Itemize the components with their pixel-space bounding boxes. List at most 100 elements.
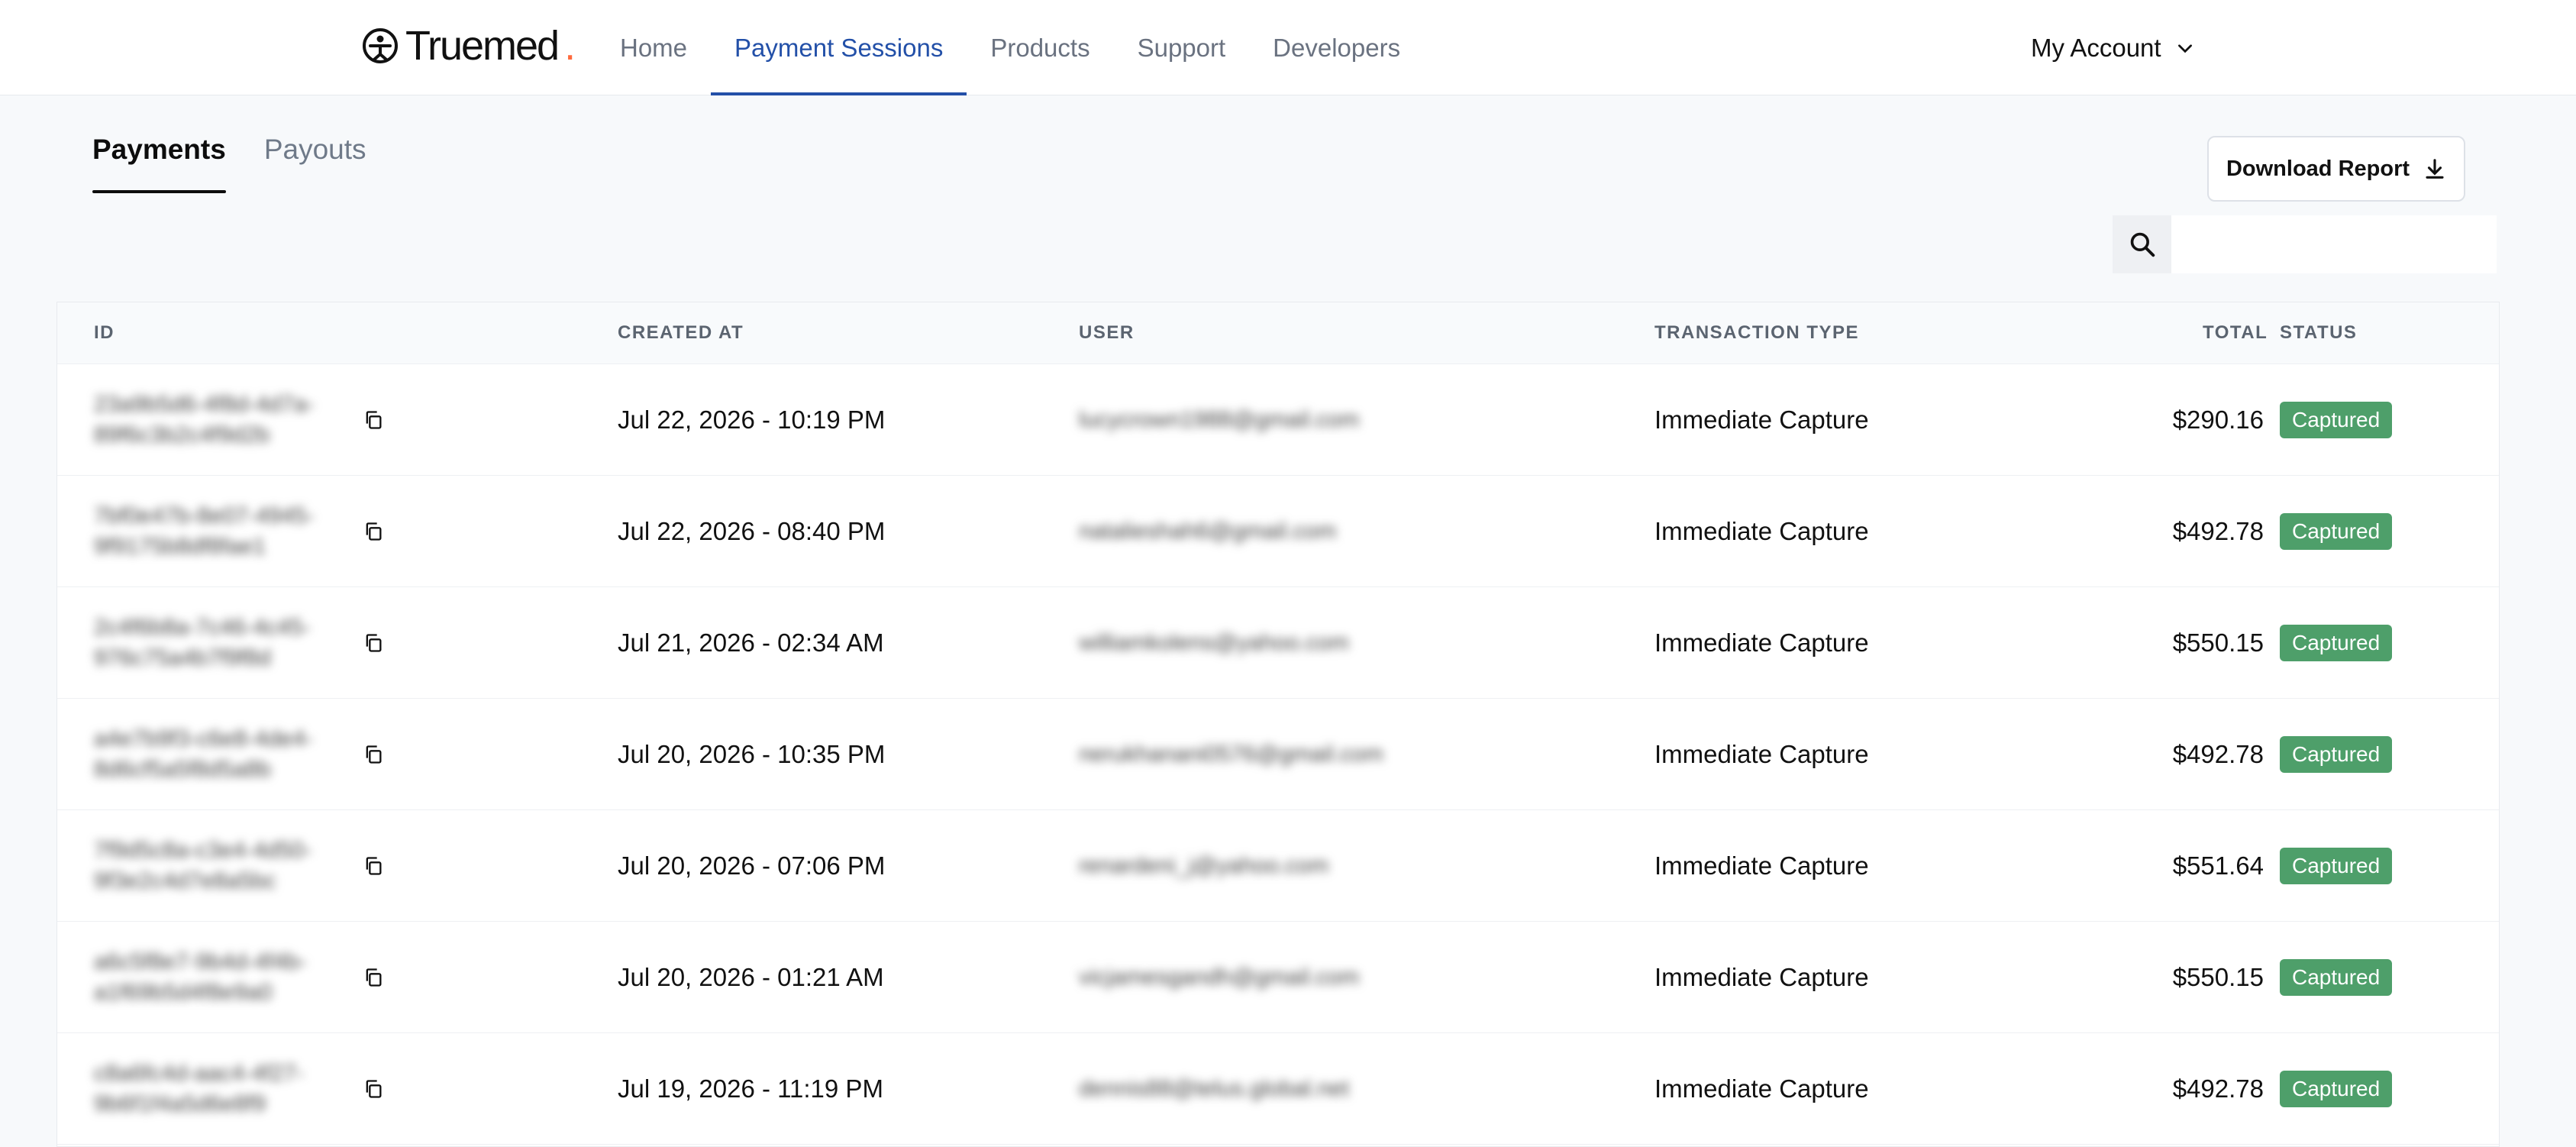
table-header: ID CREATED AT USER TRANSACTION TYPE TOTA… <box>57 302 2499 364</box>
tab-payouts[interactable]: Payouts <box>264 134 366 193</box>
created-at: Jul 20, 2026 - 01:21 AM <box>618 963 884 991</box>
copy-id-button[interactable] <box>363 922 393 1033</box>
transaction-id: 2c4f6b8a-7c46-4c45-976c75a4b7f9f8d <box>94 615 311 670</box>
status-cell: Captured <box>2280 810 2393 922</box>
transaction-type: Immediate Capture <box>1654 517 1869 545</box>
column-header-total[interactable]: TOTAL <box>2203 322 2268 344</box>
table-row[interactable]: c8a6fc4d-aac4-4f27-9b6f1f4a5d6e8f9 Jul 1… <box>57 1033 2499 1145</box>
my-account-label: My Account <box>2031 34 2161 62</box>
total-amount: $550.15 <box>2172 963 2264 991</box>
transaction-id: 7bf0e47b-8e07-4945-9f9175b8df8fae1 <box>94 503 315 559</box>
transaction-type: Immediate Capture <box>1654 851 1869 880</box>
status-badge: Captured <box>2280 513 2393 550</box>
copy-id-button[interactable] <box>363 364 393 476</box>
copy-id-button[interactable] <box>363 476 393 587</box>
table-body: 23a9b5d6-4f8d-4d7a-89f6c3b2c4f9d2b Jul 2… <box>57 364 2499 1145</box>
transaction-id: c8a6fc4d-aac4-4f27-9b6f1f4a5d6e8f9 <box>94 1061 305 1116</box>
copy-icon <box>366 857 382 875</box>
transaction-id: 23a9b5d6-4f8d-4d7a-89f6c3b2c4f9d2b <box>94 392 315 447</box>
transaction-type: Immediate Capture <box>1654 405 1869 434</box>
status-cell: Captured <box>2280 1033 2393 1145</box>
status-cell: Captured <box>2280 476 2393 587</box>
copy-id-button[interactable] <box>363 699 393 810</box>
user-email: renardeni_j@yahoo.com <box>1079 853 1329 878</box>
created-at: Jul 20, 2026 - 07:06 PM <box>618 851 886 880</box>
created-at: Jul 20, 2026 - 10:35 PM <box>618 740 886 768</box>
search-input[interactable] <box>2171 215 2497 273</box>
payments-tabs: Payments Payouts <box>92 134 366 193</box>
column-header-created-at[interactable]: CREATED AT <box>618 322 744 344</box>
user-email: vicjamesgandh@gmail.com <box>1079 964 1360 990</box>
user-email: lucycrown1988@gmail.com <box>1079 407 1360 432</box>
total-amount: $492.78 <box>2172 517 2264 545</box>
chevron-down-icon <box>2177 44 2192 53</box>
status-badge: Captured <box>2280 736 2393 773</box>
transaction-type: Immediate Capture <box>1654 628 1869 657</box>
transaction-id: a6c5f8e7-9b4d-4f4b-a1f69b5d4f8e9a0 <box>94 949 307 1005</box>
nav-payment-sessions[interactable]: Payment Sessions <box>711 0 967 95</box>
column-header-status[interactable]: STATUS <box>2280 322 2357 344</box>
copy-id-button[interactable] <box>363 1033 393 1145</box>
total-amount: $492.78 <box>2172 740 2264 768</box>
table-row[interactable]: 7bf0e47b-8e07-4945-9f9175b8df8fae1 Jul 2… <box>57 476 2499 587</box>
status-cell: Captured <box>2280 922 2393 1033</box>
created-at: Jul 22, 2026 - 10:19 PM <box>618 405 886 434</box>
brand-dot: . <box>564 23 576 69</box>
table-row[interactable]: 23a9b5d6-4f8d-4d7a-89f6c3b2c4f9d2b Jul 2… <box>57 364 2499 476</box>
table-row[interactable]: 7f9d5c8a-c3e4-4d50-9f3e2c4d7e8a5bc Jul 2… <box>57 810 2499 922</box>
created-at: Jul 21, 2026 - 02:34 AM <box>618 628 884 657</box>
status-badge: Captured <box>2280 1071 2393 1107</box>
nav-home[interactable]: Home <box>596 0 711 95</box>
copy-icon <box>366 745 382 764</box>
column-header-transaction-type[interactable]: TRANSACTION TYPE <box>1654 322 1859 344</box>
status-badge: Captured <box>2280 625 2393 661</box>
created-at: Jul 22, 2026 - 08:40 PM <box>618 517 886 545</box>
status-cell: Captured <box>2280 699 2393 810</box>
truemed-logo[interactable]: Truemed. <box>361 23 576 69</box>
table-row[interactable]: a4e7b9f3-c6e8-4de4-8d6cf5a5f8d5a8b Jul 2… <box>57 699 2499 810</box>
created-at: Jul 19, 2026 - 11:19 PM <box>618 1074 883 1103</box>
copy-icon <box>366 968 382 987</box>
table-row[interactable]: a6c5f8e7-9b4d-4f4b-a1f69b5d4f8e9a0 Jul 2… <box>57 922 2499 1033</box>
tab-payments[interactable]: Payments <box>92 134 226 193</box>
copy-icon <box>366 1080 382 1098</box>
copy-id-button[interactable] <box>363 810 393 922</box>
download-icon <box>2426 159 2444 179</box>
total-amount: $290.16 <box>2172 405 2264 434</box>
payments-table: ID CREATED AT USER TRANSACTION TYPE TOTA… <box>56 302 2500 1147</box>
main-nav: Home Payment Sessions Products Support D… <box>596 0 1424 95</box>
user-email: dennis88@telus.global.net <box>1079 1076 1350 1101</box>
status-badge: Captured <box>2280 959 2393 996</box>
nav-support[interactable]: Support <box>1114 0 1250 95</box>
nav-products[interactable]: Products <box>967 0 1113 95</box>
status-cell: Captured <box>2280 587 2393 699</box>
nav-developers[interactable]: Developers <box>1249 0 1424 95</box>
user-email: nerukhanani0576@gmail.com <box>1079 742 1384 767</box>
transaction-type: Immediate Capture <box>1654 740 1869 768</box>
search-button[interactable] <box>2113 215 2171 273</box>
top-navigation-bar: Truemed. Home Payment Sessions Products … <box>0 0 2576 95</box>
copy-icon <box>366 522 382 541</box>
status-badge: Captured <box>2280 402 2393 438</box>
transaction-type: Immediate Capture <box>1654 1074 1869 1103</box>
brand-name: Truemed <box>405 23 560 69</box>
copy-id-button[interactable] <box>363 587 393 699</box>
user-email: williamkolens@yahoo.com <box>1079 630 1349 655</box>
search-bar <box>2113 215 2497 273</box>
total-amount: $492.78 <box>2172 1074 2264 1103</box>
status-badge: Captured <box>2280 848 2393 884</box>
total-amount: $550.15 <box>2172 628 2264 657</box>
copy-icon <box>366 411 382 429</box>
copy-icon <box>366 634 382 652</box>
transaction-id: a4e7b9f3-c6e8-4de4-8d6cf5a5f8d5a8b <box>94 726 313 782</box>
my-account-menu[interactable]: My Account <box>2031 29 2195 67</box>
total-amount: $551.64 <box>2172 851 2264 880</box>
truemed-logo-icon <box>363 28 398 63</box>
column-header-user[interactable]: USER <box>1079 322 1135 344</box>
status-cell: Captured <box>2280 364 2393 476</box>
user-email: natalieshah6@gmail.com <box>1079 519 1337 544</box>
table-row[interactable]: 2c4f6b8a-7c46-4c45-976c75a4b7f9f8d Jul 2… <box>57 587 2499 699</box>
download-report-button[interactable]: Download Report <box>2207 136 2465 202</box>
transaction-id: 7f9d5c8a-c3e4-4d50-9f3e2c4d7e8a5bc <box>94 838 312 893</box>
column-header-id[interactable]: ID <box>94 322 115 344</box>
